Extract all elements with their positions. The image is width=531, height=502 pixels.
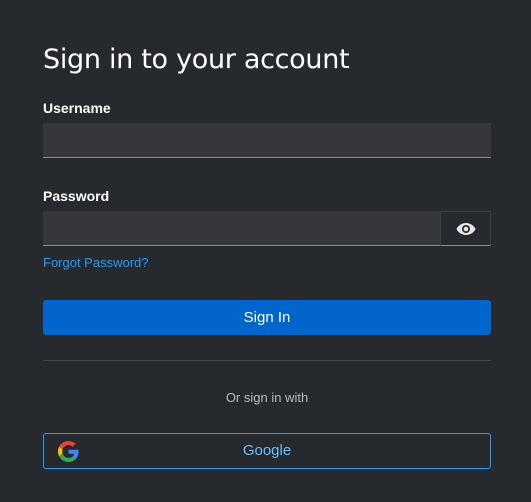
username-input[interactable] bbox=[43, 123, 491, 158]
divider bbox=[43, 360, 491, 361]
google-icon bbox=[58, 441, 79, 462]
password-input[interactable] bbox=[43, 211, 440, 246]
or-sign-in-with-text: Or sign in with bbox=[225, 390, 309, 405]
show-password-button[interactable] bbox=[440, 211, 491, 246]
username-label: Username bbox=[43, 100, 111, 116]
page-title: Sign in to your account bbox=[43, 44, 350, 75]
google-sign-in-button[interactable]: Google bbox=[43, 433, 491, 469]
password-label: Password bbox=[43, 188, 110, 204]
login-card: Sign in to your account Username Passwor… bbox=[0, 0, 531, 502]
forgot-password-link[interactable]: Forgot Password? bbox=[43, 255, 149, 270]
eye-icon bbox=[456, 222, 475, 235]
sign-in-button[interactable]: Sign In bbox=[43, 300, 491, 335]
google-button-label: Google bbox=[242, 442, 292, 459]
